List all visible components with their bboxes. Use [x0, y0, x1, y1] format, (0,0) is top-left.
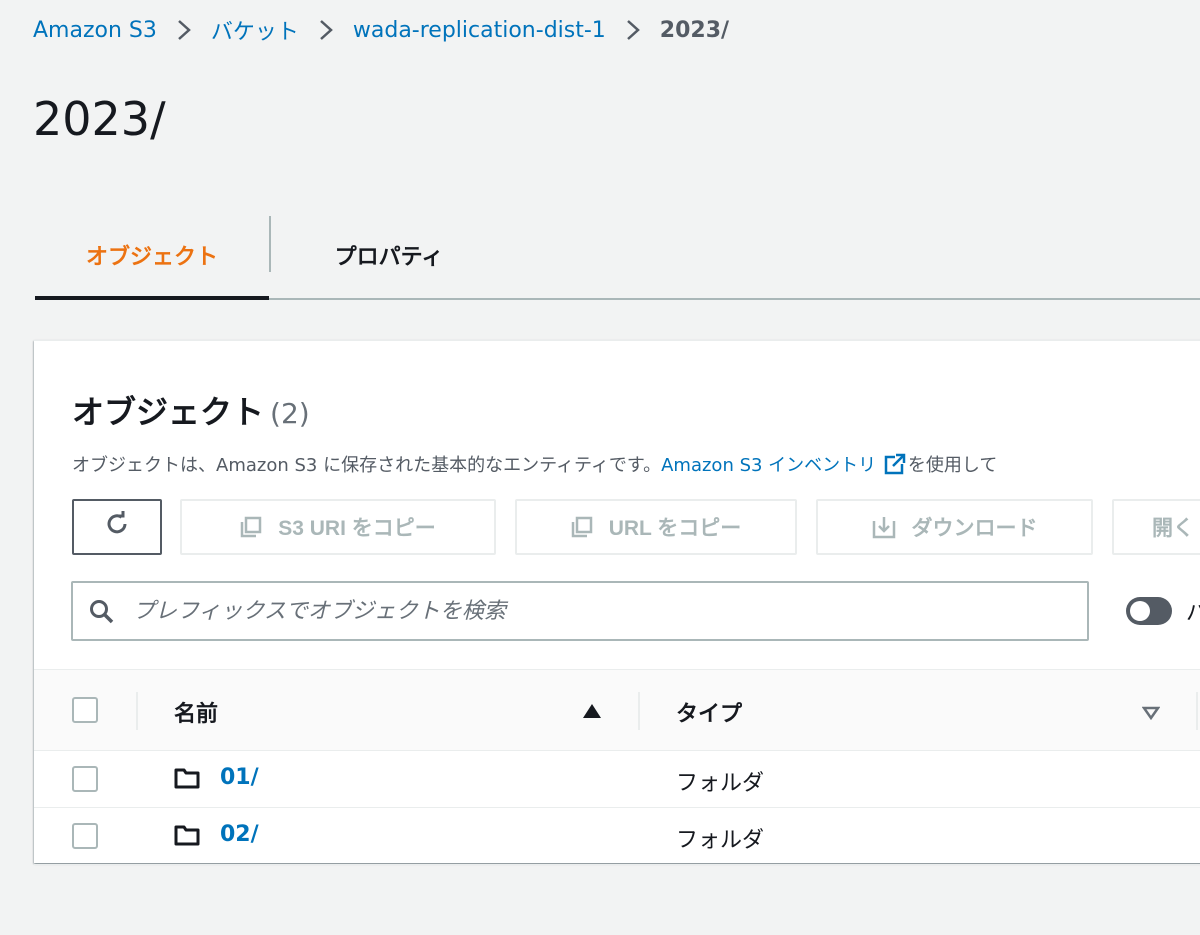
open-label: 開く: [1152, 517, 1194, 540]
column-separator: [1196, 692, 1198, 730]
table-row[interactable]: 02/ フォルダ: [34, 808, 1200, 865]
object-name-link[interactable]: 01/: [220, 765, 259, 790]
folder-icon: [174, 767, 200, 793]
copy-s3-uri-label: S3 URI をコピー: [278, 517, 436, 540]
toggle-switch[interactable]: [1126, 597, 1172, 625]
object-name-link[interactable]: 02/: [220, 822, 259, 847]
tab-bar: オブジェクト プロパティ: [35, 212, 1200, 300]
sort-descending-icon[interactable]: [1141, 705, 1161, 724]
row-checkbox[interactable]: [72, 823, 98, 849]
column-header-name[interactable]: 名前: [174, 696, 218, 728]
search-input[interactable]: [133, 589, 1073, 633]
folder-icon: [174, 824, 200, 850]
column-separator: [638, 692, 640, 730]
copy-icon: [571, 516, 593, 538]
breadcrumb-amazon-s3[interactable]: Amazon S3: [33, 18, 157, 43]
search-icon: [89, 599, 115, 629]
row-checkbox[interactable]: [72, 766, 98, 792]
download-icon: [872, 515, 896, 539]
copy-url-button[interactable]: URL をコピー: [515, 499, 797, 555]
chevron-right-icon: [177, 19, 191, 41]
chevron-right-icon: [319, 19, 333, 41]
search-field[interactable]: [71, 581, 1089, 641]
table-header: 名前 タイプ: [34, 669, 1200, 751]
tab-objects[interactable]: オブジェクト: [35, 212, 269, 300]
column-header-type[interactable]: タイプ: [676, 696, 742, 728]
column-separator: [136, 692, 138, 730]
external-link-icon[interactable]: [884, 453, 906, 480]
object-type: フォルダ: [676, 771, 765, 796]
panel-title-text: オブジェクト: [72, 393, 265, 431]
page-title: 2023/: [33, 92, 166, 146]
object-type: フォルダ: [676, 828, 765, 853]
inventory-link[interactable]: Amazon S3 インベントリ: [661, 455, 876, 476]
download-button[interactable]: ダウンロード: [816, 499, 1093, 555]
object-count: (2): [270, 397, 310, 430]
breadcrumb-buckets[interactable]: バケット: [211, 14, 299, 46]
copy-s3-uri-button[interactable]: S3 URI をコピー: [180, 499, 496, 555]
objects-panel: オブジェクト (2) オブジェクトは、Amazon S3 に保存された基本的なエン…: [34, 340, 1200, 865]
download-label: ダウンロード: [911, 517, 1038, 540]
breadcrumb: Amazon S3 バケット wada-replication-dist-1 2…: [33, 14, 729, 46]
copy-url-label: URL をコピー: [608, 517, 742, 540]
sort-ascending-icon[interactable]: [582, 703, 602, 723]
panel-title: オブジェクト (2): [72, 387, 310, 433]
description-suffix: を使用して: [907, 455, 998, 476]
description-prefix: オブジェクトは、Amazon S3 に保存された基本的なエンティティです。: [72, 455, 662, 476]
select-all-checkbox[interactable]: [72, 697, 98, 723]
breadcrumb-bucket-name[interactable]: wada-replication-dist-1: [353, 18, 606, 43]
toggle-label: バ: [1186, 601, 1200, 626]
breadcrumb-current: 2023/: [659, 17, 730, 43]
copy-icon: [240, 516, 262, 538]
chevron-right-icon: [626, 19, 640, 41]
open-button[interactable]: 開く: [1112, 499, 1200, 555]
refresh-button[interactable]: [72, 499, 162, 555]
panel-description: オブジェクトは、Amazon S3 に保存された基本的なエンティティです。Ama…: [72, 451, 997, 480]
tab-properties[interactable]: プロパティ: [271, 212, 507, 298]
table-row[interactable]: 01/ フォルダ: [34, 751, 1200, 808]
refresh-icon: [104, 511, 130, 543]
